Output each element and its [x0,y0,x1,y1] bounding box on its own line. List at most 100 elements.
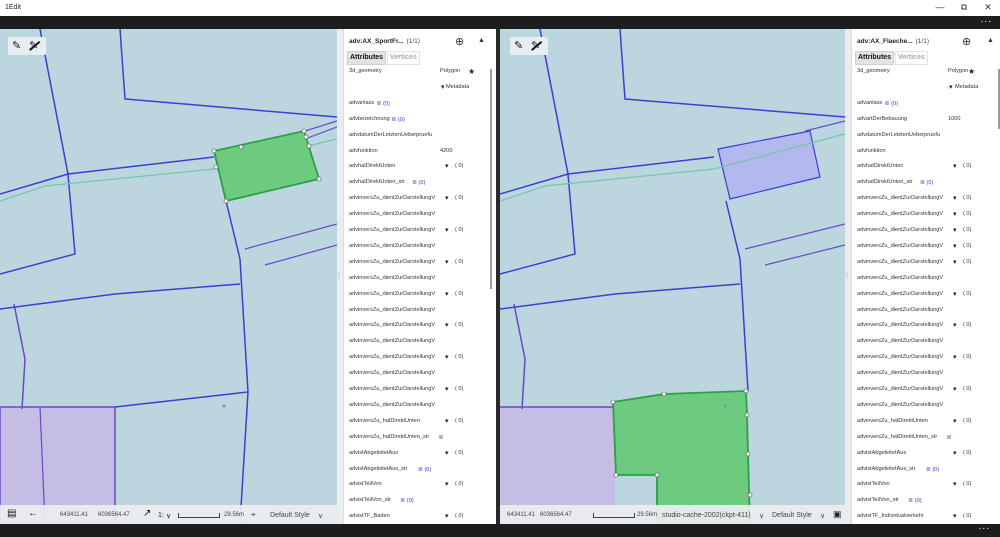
attribute-row[interactable]: advinversZu_dientZurDarstellungV [344,399,493,413]
attribute-row[interactable]: advinversZu_hatDirektUnten_str ≣ [344,431,493,445]
attribute-row[interactable]: advhatDirektUnten_str ≣ (0) [852,176,1000,190]
list-icon[interactable]: ≣ [400,498,405,504]
pin-icon[interactable]: ⌖ [251,510,256,520]
attribute-row[interactable]: advistTeilVon ▾ ( 0) [344,478,493,492]
chevron-down-icon[interactable]: ▾ [445,480,449,488]
list-count[interactable]: ≣ (0) [908,497,921,504]
attribute-row[interactable]: advinversZu_dientZurDarstellungV ▾ ( 0) [852,383,1000,397]
attribute-row[interactable]: advfunktion [852,145,1000,159]
chevron-down-icon[interactable]: ▾ [949,83,953,91]
attribute-row[interactable]: advinversZu_dientZurDarstellungV ▾ ( 0) [344,319,493,333]
right-map-view[interactable]: ✎ ✎ 643411.41 6036564.47 29.56m studio-c… [500,29,845,524]
attribute-row[interactable]: advinversZu_dientZurDarstellungV [852,367,1000,381]
chevron-down-icon[interactable]: ▾ [953,258,957,266]
close-button[interactable]: ✕ [982,2,994,13]
attribute-row[interactable]: advinversZu_hatDirektUnten ▾ ( 0) [852,415,1000,429]
attribute-row[interactable]: advanlass ≣ (0) [344,97,493,111]
chevron-down-icon[interactable]: ▾ [953,449,957,457]
collapse-caret-icon[interactable]: ▲ [987,37,994,44]
list-count[interactable]: ≣ [439,434,444,441]
attribute-row[interactable]: advhatDirektUnten ▾ ( 0) [852,160,1000,174]
attribute-row[interactable]: advistTeilVon_str ≣ (0) [852,494,1000,508]
list-count-value[interactable]: (0) [424,467,431,473]
chevron-down-icon[interactable]: ▾ [953,353,957,361]
attribute-row[interactable]: advinversZu_dientZurDarstellungV ▾ ( 0) [344,383,493,397]
attribute-row[interactable]: 3d_geometry Polygon ★ [344,65,493,79]
attribute-row[interactable]: Metadata ▾ [852,81,1000,95]
attribute-row[interactable]: advinversZu_dientZurDarstellungV ▾ ( 0) [344,192,493,206]
scale-selector[interactable]: 1: [158,512,164,519]
star-icon[interactable]: ★ [968,67,975,76]
style-selector[interactable]: Default Style [772,512,812,519]
list-icon[interactable]: ≣ [418,467,423,473]
back-arrow-icon[interactable]: ← [28,508,38,519]
more-options-button[interactable]: ... [979,521,990,532]
list-count-value[interactable]: (0) [927,180,934,186]
attribute-row[interactable]: advinversZu_dientZurDarstellungV ▾ ( 0) [344,224,493,238]
list-count[interactable]: ≣ (0) [400,497,413,504]
attribute-row[interactable]: advinversZu_dientZurDarstellungV [344,367,493,381]
attribute-row[interactable]: advinversZu_dientZurDarstellungV ▾ ( 0) [852,319,1000,333]
attribute-row[interactable]: advinversZu_dientZurDarstellungV ▾ ( 0) [344,256,493,270]
attribute-row[interactable]: advinversZu_dientZurDarstellungV [344,335,493,349]
chevron-down-icon[interactable]: ▾ [445,194,449,202]
attribute-row[interactable]: advdatumDerLetztenUeberpruefu [344,129,493,143]
attribute-row[interactable]: advistAbgeleitetAus_str ≣ (0) [344,463,493,477]
chevron-down-icon[interactable]: ▾ [953,242,957,250]
star-icon[interactable]: ★ [468,67,475,76]
list-count-value[interactable]: (0) [383,101,390,107]
chevron-down-icon[interactable]: ▾ [953,210,957,218]
scale-chevron-icon[interactable]: ∨ [166,512,171,520]
right-map-canvas[interactable] [500,29,845,524]
scrollbar-thumb[interactable] [490,69,492,289]
bookmark-icon[interactable]: ▣ [833,509,842,520]
attribute-row[interactable]: advartDerBebauung 1000 [852,113,1000,127]
attribute-row[interactable]: advinversZu_dientZurDarstellungV ▾ ( 0) [852,208,1000,222]
list-count[interactable]: ≣ [947,434,952,441]
chevron-down-icon[interactable]: ▾ [445,449,449,457]
attribute-row[interactable]: advinversZu_hatDirektUnten ▾ ( 0) [344,415,493,429]
list-count[interactable]: ≣ (0) [885,100,898,107]
attribute-row[interactable]: advbezeichnung ≣ (0) [344,113,493,127]
list-count-value[interactable]: (0) [891,101,898,107]
layers-icon[interactable]: ▤ [7,508,16,519]
list-count[interactable]: ≣ (0) [418,466,431,473]
chevron-down-icon[interactable]: ▾ [441,83,445,91]
chevron-down-icon[interactable]: ▾ [953,226,957,234]
chevron-down-icon[interactable]: ▾ [953,321,957,329]
tab-attributes[interactable]: Attributes [347,51,387,65]
minimize-button[interactable]: — [934,2,946,12]
list-icon[interactable]: ≣ [926,467,931,473]
attribute-row[interactable]: advinversZu_dientZurDarstellungV [852,304,1000,318]
chevron-down-icon[interactable]: ▾ [445,290,449,298]
style-selector[interactable]: Default Style [270,512,310,519]
attribute-row[interactable]: advinversZu_dientZurDarstellungV [344,272,493,286]
attribute-row[interactable]: advistTeilVon_str ≣ (0) [344,494,493,508]
tab-attributes[interactable]: Attributes [855,51,895,65]
attribute-row[interactable]: advhatDirektUnten_str ≣ (0) [344,176,493,190]
list-icon[interactable]: ≣ [439,435,444,441]
list-icon[interactable]: ≣ [947,435,952,441]
chevron-down-icon[interactable]: ▾ [953,512,957,520]
attribute-row[interactable]: advinversZu_dientZurDarstellungV ▾ ( 0) [344,351,493,365]
pencil-icon[interactable]: ✎ [514,39,523,52]
attribute-row[interactable]: advinversZu_dientZurDarstellungV [852,335,1000,349]
attribute-row[interactable]: 3d_geometry Polygon ★ [852,65,1000,79]
attribute-row[interactable]: advistAbgeleitetAus ▾ ( 0) [344,447,493,461]
pencil-icon[interactable]: ✎ [12,39,21,52]
left-map-view[interactable]: ✎ ✎ ▤ ← 643411.41 6036564.47 ↗ 1: ∨ 29.5… [0,29,337,524]
more-options-button[interactable]: ... [981,14,992,25]
chevron-down-icon[interactable]: ▾ [953,194,957,202]
tab-vertices[interactable]: Vertices [387,51,420,65]
chevron-down-icon[interactable]: ▾ [953,480,957,488]
zoom-to-feature-icon[interactable]: ⊕ [962,35,971,48]
attribute-row[interactable]: advinversZu_dientZurDarstellungV [852,399,1000,413]
list-icon[interactable]: ≣ [412,180,417,186]
attribute-row[interactable]: advinversZu_dientZurDarstellungV [344,240,493,254]
chevron-down-icon[interactable]: ▾ [445,512,449,520]
chevron-down-icon[interactable]: ▾ [953,162,957,170]
collapse-caret-icon[interactable]: ▲ [478,37,485,44]
list-icon[interactable]: ≣ [908,498,913,504]
metadata-toggle[interactable]: Metadata [955,84,978,90]
attribute-row[interactable]: advinversZu_dientZurDarstellungV ▾ ( 0) [852,224,1000,238]
